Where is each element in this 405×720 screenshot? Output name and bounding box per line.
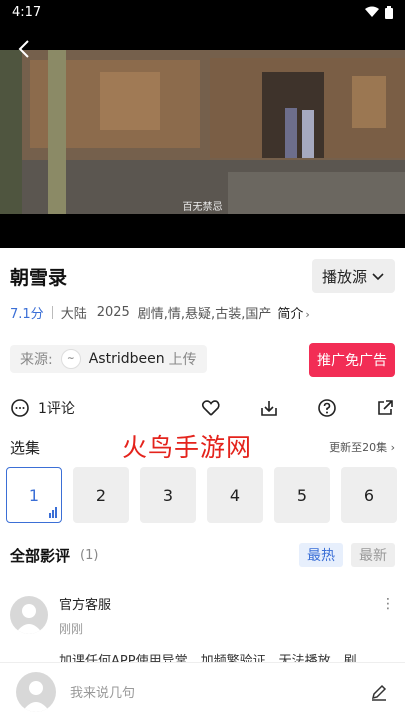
review-author: 官方客服 xyxy=(59,598,112,613)
episode-number: 1 xyxy=(28,485,40,505)
title-row: 朝雪录 播放源 xyxy=(10,258,395,294)
avatar[interactable] xyxy=(10,596,48,634)
download-icon[interactable] xyxy=(259,398,279,418)
review-time: 刚刚 xyxy=(59,622,84,636)
video-frame xyxy=(0,50,405,214)
wifi-icon xyxy=(365,6,379,17)
episode-header: 选集 火鸟手游网 更新至20集 › xyxy=(10,433,395,462)
video-scene xyxy=(0,50,405,214)
chevron-right-icon: › xyxy=(390,441,395,454)
episode-button-2[interactable]: 2 xyxy=(73,467,129,523)
video-player[interactable]: 百无禁忌 xyxy=(0,24,405,248)
sort-hot-tab[interactable]: 最热 xyxy=(299,543,343,567)
share-icon[interactable] xyxy=(375,398,395,418)
video-subtitle: 百无禁忌 xyxy=(182,202,223,213)
chevron-right-icon: › xyxy=(305,307,310,321)
action-row: 1评论 xyxy=(10,396,395,420)
year: 2025 xyxy=(96,304,130,320)
source-selector-button[interactable]: 播放源 xyxy=(311,259,395,293)
intro-link[interactable]: 简介 › xyxy=(277,303,309,322)
intro-label: 简介 xyxy=(277,306,304,322)
user-icon xyxy=(22,680,50,712)
episode-number: 3 xyxy=(162,485,174,505)
episode-number: 2 xyxy=(95,485,107,505)
region: 大陆 xyxy=(60,306,87,322)
action-icons xyxy=(201,398,395,418)
episode-update: 更新至20集 xyxy=(329,441,388,454)
genres: 剧情,情,悬疑,古装,国产 xyxy=(137,306,272,322)
episode-number: 5 xyxy=(296,485,308,505)
episode-button-3[interactable]: 3 xyxy=(140,467,196,523)
score: 7.1分 xyxy=(10,306,44,322)
episode-button-4[interactable]: 4 xyxy=(207,467,263,523)
show-title: 朝雪录 xyxy=(10,266,68,289)
watermark-text: 火鸟手游网 xyxy=(122,433,253,462)
battery-icon xyxy=(385,5,393,19)
reviews-header: 全部影评 (1) 最热 最新 xyxy=(10,542,395,568)
episode-list: 1 2 3 4 5 6 xyxy=(6,467,399,523)
divider xyxy=(51,305,53,319)
episode-number: 6 xyxy=(363,485,375,505)
back-arrow-icon[interactable] xyxy=(14,38,36,60)
uploader-badge[interactable]: 来源: ~ Astridbeen 上传 xyxy=(10,345,207,373)
comment-composer: 我来说几句 xyxy=(0,662,405,720)
uploader-name: Astridbeen xyxy=(88,351,165,367)
user-icon xyxy=(15,604,43,634)
episode-update-link[interactable]: 更新至20集 › xyxy=(329,439,395,455)
playing-bars-icon xyxy=(49,507,57,518)
review-sort-tabs: 最热 最新 xyxy=(299,543,395,567)
status-bar: 4:17 xyxy=(0,0,405,24)
uploader-suffix: 上传 xyxy=(168,352,197,368)
uploader-avatar: ~ xyxy=(60,349,81,369)
avatar xyxy=(16,671,56,712)
comment-button[interactable]: 1评论 xyxy=(10,398,201,418)
favorite-icon[interactable] xyxy=(201,398,221,418)
comment-input[interactable]: 我来说几句 xyxy=(70,682,369,701)
episode-label: 选集 xyxy=(10,438,41,457)
reviews-title: 全部影评 xyxy=(10,546,71,565)
edit-icon[interactable] xyxy=(369,682,389,702)
comment-icon xyxy=(11,399,29,417)
episode-button-1[interactable]: 1 xyxy=(6,467,62,523)
reviews-count: (1) xyxy=(80,547,99,563)
source-label: 播放源 xyxy=(321,267,367,286)
meta-row: 7.1分 大陆 2025 剧情,情,悬疑,古装,国产 简介 › xyxy=(10,302,395,322)
status-icons xyxy=(365,5,393,19)
status-time: 4:17 xyxy=(12,4,42,20)
remove-ads-button[interactable]: 推广免广告 xyxy=(309,343,395,377)
episode-number: 4 xyxy=(229,485,241,505)
comment-count: 1评论 xyxy=(38,401,75,417)
more-options-icon[interactable]: ⋮ xyxy=(381,596,395,612)
uploader-prefix: 来源: xyxy=(20,352,53,368)
chevron-down-icon xyxy=(372,273,384,281)
episode-button-5[interactable]: 5 xyxy=(274,467,330,523)
help-icon[interactable] xyxy=(317,398,337,418)
review-item: 官方客服 刚刚 ⋮ 加课任何APP使用异常，加频繁验证，无法播放，剧 xyxy=(10,592,395,669)
sort-new-tab[interactable]: 最新 xyxy=(351,543,395,567)
episode-button-6[interactable]: 6 xyxy=(341,467,397,523)
